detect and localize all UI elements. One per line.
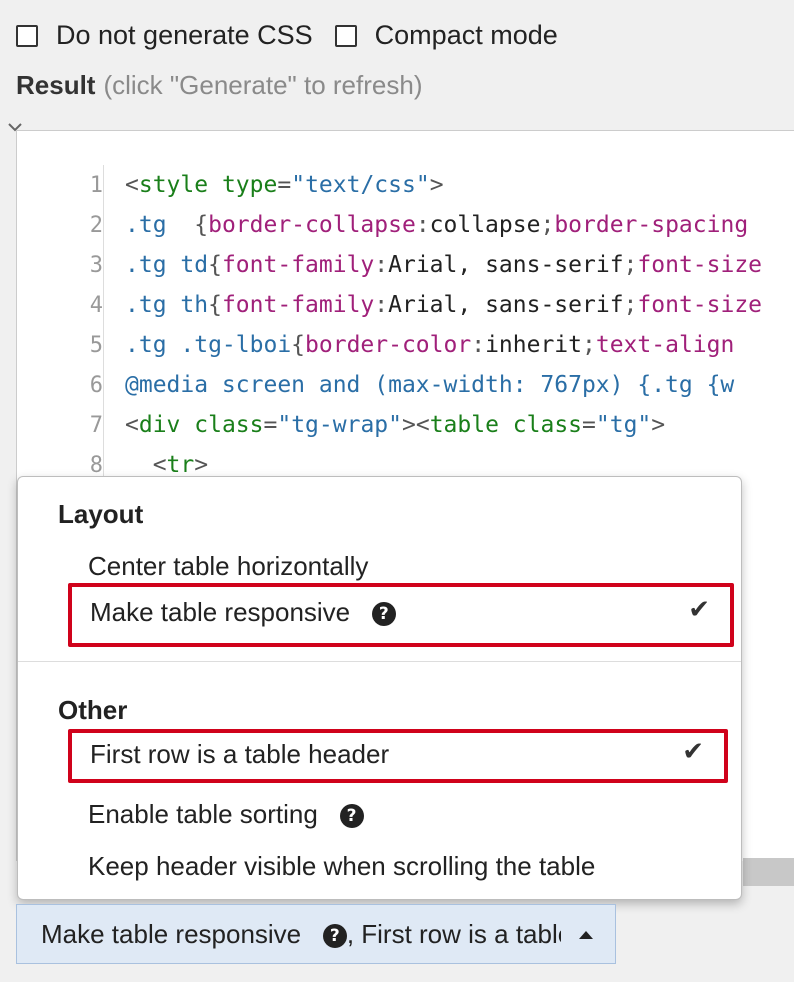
code-line: .tg td{font-family:Arial, sans-serif;fon… xyxy=(125,245,794,285)
code-line: .tg th{font-family:Arial, sans-serif;fon… xyxy=(125,285,794,325)
code-token: collapse xyxy=(429,212,541,238)
code-token: : xyxy=(415,212,430,238)
caret-up-icon xyxy=(579,931,593,939)
code-token: font-family xyxy=(221,252,375,278)
line-number: 6 xyxy=(89,373,103,398)
code-token: class xyxy=(498,412,583,438)
table-options-dropdown[interactable]: Make table responsive ?, First row is a … xyxy=(16,904,616,964)
code-token: text-align xyxy=(595,332,735,358)
code-token: .tg .tg-lboi xyxy=(125,332,292,358)
code-token: { xyxy=(208,292,222,318)
other-section-title: Other xyxy=(58,695,128,725)
code-line: <style type="text/css"> xyxy=(125,165,794,205)
code-token: table xyxy=(429,412,499,438)
code-token: "tg" xyxy=(595,412,652,438)
header-row-option[interactable]: First row is a table header ✔ xyxy=(68,729,728,783)
gutter-divider xyxy=(103,165,104,525)
result-heading: Result (click "Generate" to refresh) xyxy=(16,70,422,101)
header-row-option-label: First row is a table header xyxy=(90,739,390,769)
code-token: ; xyxy=(582,332,596,358)
table-options-menu: Layout Center table horizontally Make ta… xyxy=(17,476,742,900)
code-token: : xyxy=(374,252,389,278)
code-token: border-color xyxy=(305,332,472,358)
no-css-checkbox[interactable] xyxy=(16,24,38,47)
line-number: 2 xyxy=(89,213,103,238)
code-token: ; xyxy=(540,212,555,238)
center-table-option[interactable]: Center table horizontally xyxy=(88,551,368,582)
code-token: < xyxy=(125,412,139,438)
code-token: ; xyxy=(623,292,638,318)
dropdown-summary: Make table responsive ?, First row is a … xyxy=(41,919,561,949)
result-hint: (click "Generate" to refresh) xyxy=(103,70,423,100)
table-sorting-option[interactable]: Enable table sorting ? xyxy=(88,799,364,830)
code-token: border-collapse xyxy=(208,212,416,238)
code-token: font-family xyxy=(221,292,375,318)
code-token: @media screen and (max-width: 767px) {.t… xyxy=(125,372,735,398)
code-token: style xyxy=(138,172,209,198)
code-token: { xyxy=(291,332,306,358)
compact-mode-label[interactable]: Compact mode xyxy=(375,20,558,51)
code-token: border-spacing xyxy=(554,212,749,238)
editor-scrollbar[interactable] xyxy=(743,858,794,886)
code-token: = xyxy=(277,172,292,198)
layout-section-title: Layout xyxy=(58,499,144,529)
code-token: inherit xyxy=(485,332,582,358)
code-token: = xyxy=(582,412,596,438)
code-token: type xyxy=(208,172,278,198)
code-token: { xyxy=(208,252,222,278)
line-number: 4 xyxy=(89,293,103,318)
code-token: tr xyxy=(166,452,195,478)
help-icon[interactable]: ? xyxy=(371,602,396,627)
help-icon: ? xyxy=(322,924,347,949)
code-token: div xyxy=(138,412,181,438)
table-sorting-label: Enable table sorting xyxy=(88,799,318,829)
code-token: font-size xyxy=(637,292,763,318)
line-number: 1 xyxy=(89,173,103,198)
compact-mode-checkbox[interactable] xyxy=(334,24,357,47)
code-token: .tg th xyxy=(125,292,209,318)
sticky-header-option[interactable]: Keep header visible when scrolling the t… xyxy=(88,851,595,882)
code-token: < xyxy=(125,172,139,198)
code-token: : xyxy=(471,332,486,358)
responsive-option[interactable]: Make table responsive ? ✔ xyxy=(68,583,734,647)
code-token: "text/css" xyxy=(291,172,430,198)
code-token: "tg-wrap" xyxy=(277,412,402,438)
code-lines: <style type="text/css"> .tg {border-colla… xyxy=(125,165,794,485)
code-token: font-size xyxy=(637,252,763,278)
code-token: class xyxy=(180,412,264,438)
no-css-label[interactable]: Do not generate CSS xyxy=(56,20,313,51)
options-row: Do not generate CSS Compact mode xyxy=(16,20,558,51)
code-token: .tg xyxy=(125,212,167,238)
line-number: 7 xyxy=(89,413,103,438)
code-token: ; xyxy=(623,252,638,278)
code-token: .tg td xyxy=(125,252,209,278)
result-title: Result xyxy=(16,70,96,100)
responsive-option-label: Make table responsive ? xyxy=(90,597,396,628)
line-number: 8 xyxy=(89,453,103,478)
code-token: >< xyxy=(401,412,430,438)
code-token: > xyxy=(651,412,666,438)
line-number: 3 xyxy=(89,253,103,278)
line-number: 5 xyxy=(89,333,103,358)
code-token: : xyxy=(374,292,389,318)
code-token: Arial, sans-serif xyxy=(388,292,624,318)
header-row-check-icon: ✔ xyxy=(682,737,704,767)
code-token: = xyxy=(263,412,278,438)
code-line: <div class="tg-wrap"><table class="tg"> xyxy=(125,405,794,445)
code-line: .tg {border-collapse:collapse;border-spa… xyxy=(125,205,794,245)
code-token: Arial, sans-serif xyxy=(388,252,624,278)
code-token: > xyxy=(429,172,444,198)
code-token: > xyxy=(194,452,209,478)
help-icon[interactable]: ? xyxy=(339,804,364,829)
code-token: < xyxy=(125,452,167,478)
code-token: { xyxy=(166,212,209,238)
responsive-check-icon: ✔ xyxy=(688,595,710,625)
code-line: @media screen and (max-width: 767px) {.t… xyxy=(125,365,794,405)
code-line: .tg .tg-lboi{border-color:inherit;text-a… xyxy=(125,325,794,365)
menu-divider xyxy=(18,661,741,662)
